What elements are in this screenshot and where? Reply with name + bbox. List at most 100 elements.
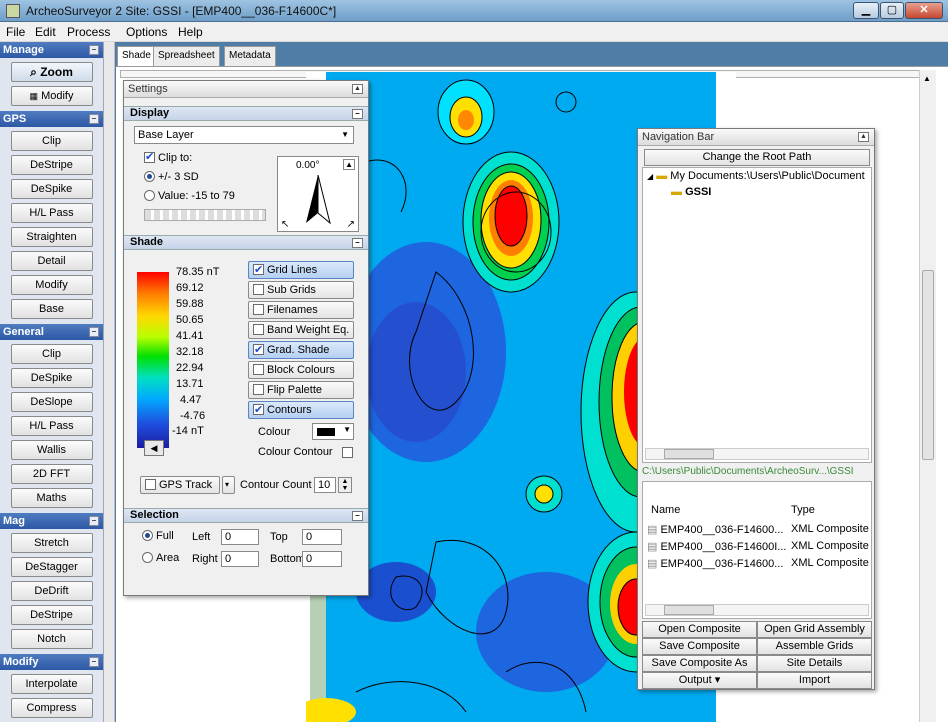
mag-destripe-button[interactable]: DeStripe	[10, 605, 93, 625]
collapse-arrow-icon[interactable]: ▲	[352, 84, 363, 94]
minimize-icon[interactable]: –	[352, 109, 363, 119]
gps-detail-button[interactable]: Detail	[10, 251, 93, 271]
left-input[interactable]: 0	[221, 529, 259, 545]
minimize-icon[interactable]: –	[352, 238, 363, 248]
contours-toggle[interactable]: Contours	[248, 401, 354, 419]
scroll-up-icon[interactable]: ▲	[923, 74, 931, 83]
general-fft-button[interactable]: 2D FFT	[10, 464, 93, 484]
tab-spreadsheet[interactable]: Spreadsheet	[153, 46, 220, 66]
general-deslope-button[interactable]: DeSlope	[10, 392, 93, 412]
general-maths-button[interactable]: Maths	[10, 488, 93, 508]
mag-dedrift-button[interactable]: DeDrift	[10, 581, 93, 601]
column-type-header[interactable]: Type	[791, 504, 815, 516]
plot-vertical-scrollbar[interactable]: ▲	[919, 70, 936, 722]
sd-radio[interactable]: +/- 3 SD	[144, 171, 199, 183]
top-input[interactable]: 0	[302, 529, 342, 545]
collapse-icon[interactable]: –	[89, 327, 99, 337]
value-radio[interactable]: Value: -15 to 79	[144, 190, 235, 202]
gps-straighten-button[interactable]: Straighten	[10, 227, 93, 247]
modify-interpolate-button[interactable]: Interpolate	[10, 674, 93, 694]
close-button[interactable]: ✕	[905, 2, 943, 19]
north-arrow-box[interactable]: 0.00° ▲ ↖ ↗	[277, 156, 359, 232]
open-composite-button[interactable]: Open Composite	[642, 621, 757, 638]
contour-count-input[interactable]: 10	[314, 477, 336, 493]
block-colours-toggle[interactable]: Block Colours	[248, 361, 354, 379]
scroll-thumb[interactable]	[664, 449, 714, 459]
mag-destagger-button[interactable]: DeStagger	[10, 557, 93, 577]
modify-button[interactable]: ▦ Modify	[10, 86, 93, 106]
file-row[interactable]: ▤ EMP400__036-F14600...	[647, 523, 783, 536]
site-details-button[interactable]: Site Details	[757, 655, 872, 672]
tree-child-item[interactable]: ▬ GSSI	[671, 186, 711, 198]
save-composite-as-button[interactable]: Save Composite As	[642, 655, 757, 672]
gps-track-dropdown[interactable]: ▾	[222, 476, 235, 494]
gps-track-button[interactable]: GPS Track	[140, 476, 220, 494]
scroll-thumb[interactable]	[922, 270, 934, 460]
menu-edit[interactable]: Edit	[35, 25, 56, 39]
band-weight-toggle[interactable]: Band Weight Eq.	[248, 321, 354, 339]
assemble-grids-button[interactable]: Assemble Grids	[757, 638, 872, 655]
zoom-button[interactable]: ⌕ Zoom	[10, 62, 93, 82]
gps-despike-button[interactable]: DeSpike	[10, 179, 93, 199]
gps-modify-button[interactable]: Modify	[10, 275, 93, 295]
menu-process[interactable]: Process	[67, 25, 110, 39]
filenames-toggle[interactable]: Filenames	[248, 301, 354, 319]
collapse-icon[interactable]: –	[89, 45, 99, 55]
rotate-right-icon[interactable]: ↗	[347, 219, 355, 230]
grid-lines-toggle[interactable]: Grid Lines	[248, 261, 354, 279]
clip-to-checkbox[interactable]: Clip to:	[144, 150, 192, 164]
output-button[interactable]: Output ▾	[642, 672, 757, 689]
change-root-button[interactable]: Change the Root Path	[644, 149, 870, 166]
collapse-arrow-icon[interactable]: ▲	[858, 132, 869, 142]
open-grid-assembly-button[interactable]: Open Grid Assembly	[757, 621, 872, 638]
collapse-icon[interactable]: –	[89, 114, 99, 124]
file-list-hscrollbar[interactable]	[645, 604, 869, 616]
contour-colour-picker[interactable]: ▼	[312, 423, 354, 440]
maximize-button[interactable]: ▢	[880, 2, 904, 19]
selection-full-radio[interactable]: Full	[142, 530, 174, 542]
mag-stretch-button[interactable]: Stretch	[10, 533, 93, 553]
tool-panel-scrollbar[interactable]	[104, 42, 115, 722]
menu-help[interactable]: Help	[178, 25, 203, 39]
clip-slider[interactable]	[144, 209, 266, 221]
tab-shade[interactable]: Shade	[117, 46, 156, 67]
minimize-icon[interactable]: –	[352, 511, 363, 521]
column-name-header[interactable]: Name	[651, 504, 680, 516]
tree-root-item[interactable]: ◢ ▬ My Documents:\Users\Public\Document	[647, 170, 865, 182]
minimize-button[interactable]: ▁	[853, 2, 879, 19]
tab-metadata[interactable]: Metadata	[224, 46, 276, 66]
palette-left-icon[interactable]: ◀	[144, 440, 164, 456]
colour-contour-checkbox[interactable]	[342, 447, 353, 458]
modify-compress-button[interactable]: Compress	[10, 698, 93, 718]
sub-grids-toggle[interactable]: Sub Grids	[248, 281, 354, 299]
gps-hlpass-button[interactable]: H/L Pass	[10, 203, 93, 223]
file-row[interactable]: ▤ EMP400__036-F14600I...	[647, 540, 786, 553]
general-clip-button[interactable]: Clip	[10, 344, 93, 364]
general-wallis-button[interactable]: Wallis	[10, 440, 93, 460]
gps-clip-button[interactable]: Clip	[10, 131, 93, 151]
collapse-icon[interactable]: –	[89, 657, 99, 667]
menu-options[interactable]: Options	[126, 25, 167, 39]
layer-select[interactable]: Base Layer ▼	[134, 126, 354, 144]
file-row[interactable]: ▤ EMP400__036-F14600...	[647, 557, 783, 570]
gps-base-button[interactable]: Base	[10, 299, 93, 319]
tree-hscrollbar[interactable]	[645, 448, 869, 460]
flip-palette-toggle[interactable]: Flip Palette	[248, 381, 354, 399]
general-hlpass-button[interactable]: H/L Pass	[10, 416, 93, 436]
general-despike-button[interactable]: DeSpike	[10, 368, 93, 388]
angle-up-icon[interactable]: ▲	[343, 159, 355, 170]
scroll-thumb[interactable]	[664, 605, 714, 615]
bottom-input[interactable]: 0	[302, 551, 342, 567]
menu-file[interactable]: File	[6, 25, 25, 39]
save-composite-button[interactable]: Save Composite	[642, 638, 757, 655]
import-button[interactable]: Import	[757, 672, 872, 689]
collapse-icon[interactable]: –	[89, 516, 99, 526]
contour-count-stepper[interactable]: ▲ ▼	[338, 477, 352, 493]
selection-area-radio[interactable]: Area	[142, 552, 179, 564]
rotate-left-icon[interactable]: ↖	[281, 219, 289, 230]
right-input[interactable]: 0	[221, 551, 259, 567]
gps-destripe-button[interactable]: DeStripe	[10, 155, 93, 175]
mag-notch-button[interactable]: Notch	[10, 629, 93, 649]
grad-shade-toggle[interactable]: Grad. Shade	[248, 341, 354, 359]
group-gps: GPS – Clip DeStripe DeSpike H/L Pass Stra…	[0, 111, 103, 324]
